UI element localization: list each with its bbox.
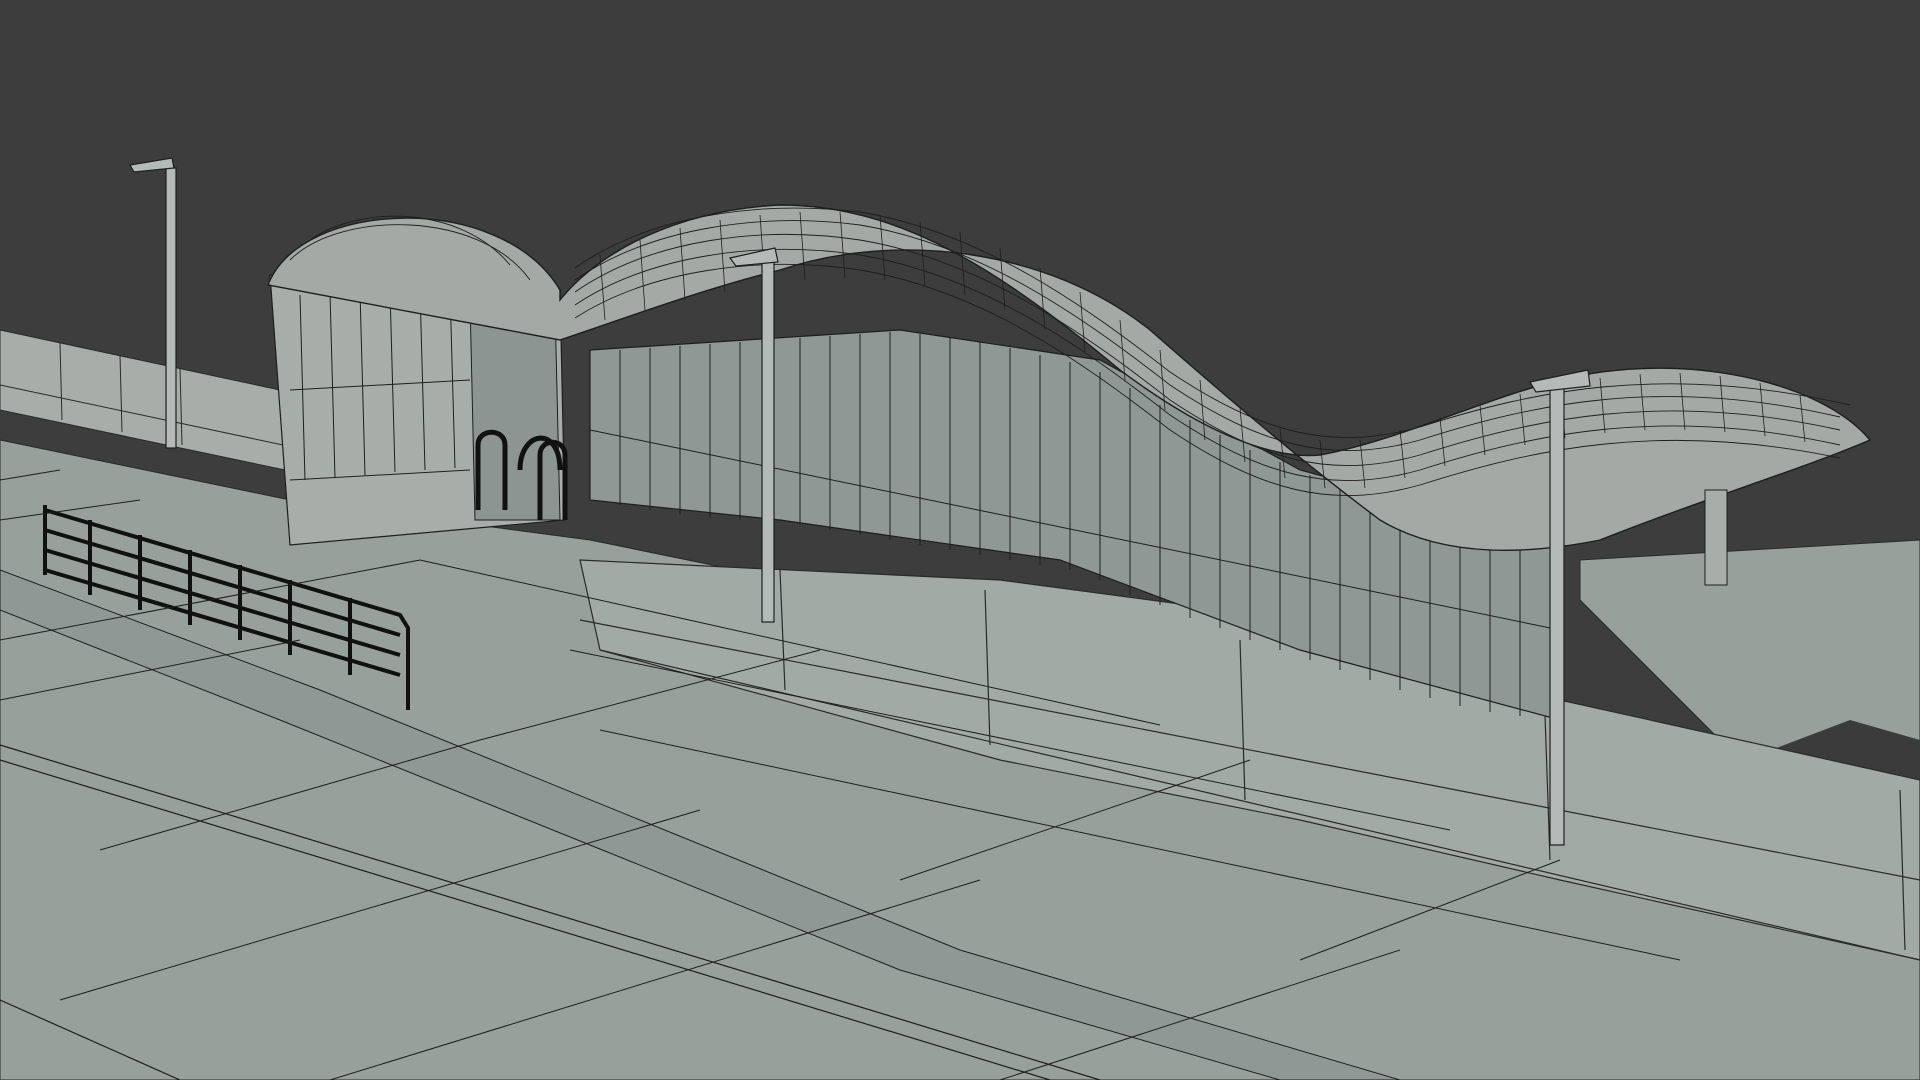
- canopy-support-column: [1704, 489, 1728, 586]
- 3d-viewport[interactable]: [0, 0, 1920, 1080]
- scene-canvas[interactable]: [0, 0, 1920, 1080]
